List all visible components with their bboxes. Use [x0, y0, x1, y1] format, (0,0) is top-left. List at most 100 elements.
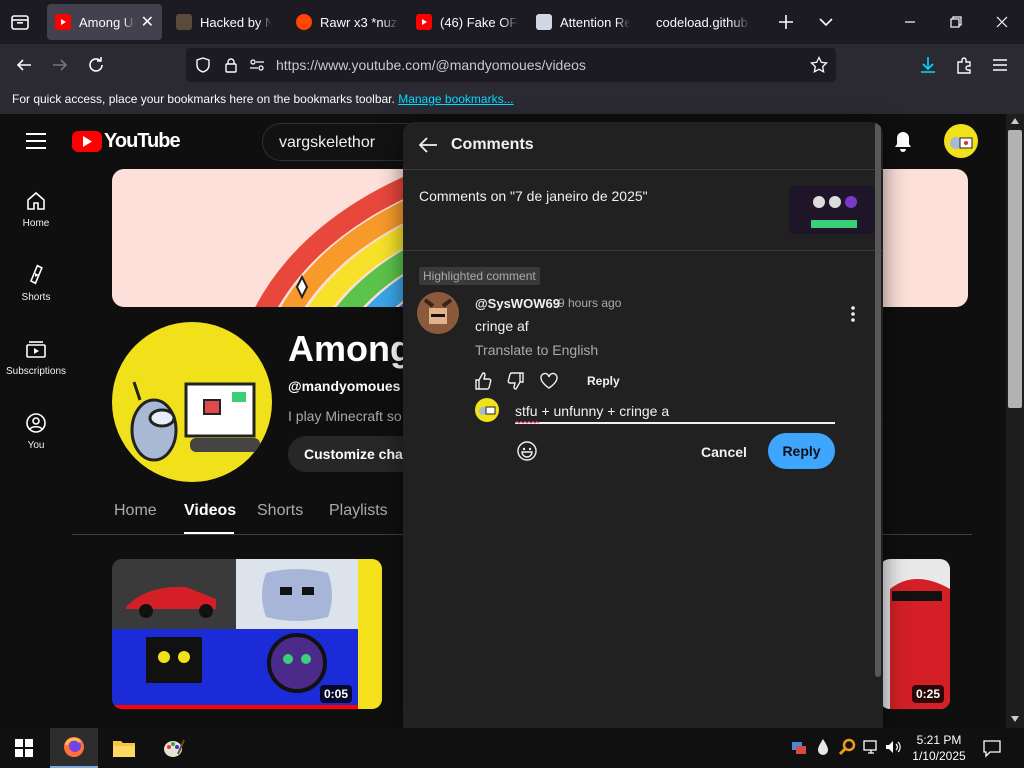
- tray-search-magnifier-icon[interactable]: [838, 738, 856, 756]
- notification-center-icon[interactable]: [982, 738, 1002, 758]
- restore-icon[interactable]: [946, 12, 966, 32]
- tab-label: Attention Req: [560, 14, 630, 30]
- bookmark-star-icon[interactable]: [810, 56, 828, 74]
- reply-avatar: [475, 398, 499, 422]
- panel-scrollbar[interactable]: [875, 122, 881, 677]
- shield-icon[interactable]: [194, 56, 212, 74]
- commenter-name[interactable]: @SysWOW69: [475, 296, 560, 311]
- chevron-down-icon[interactable]: [816, 12, 836, 32]
- tab-overview-icon[interactable]: [10, 12, 30, 32]
- sidebar-item-you[interactable]: You: [0, 412, 72, 451]
- tab-among-us[interactable]: Among Us ✕: [47, 4, 162, 40]
- bookmarks-hint: For quick access, place your bookmarks h…: [12, 92, 395, 106]
- windows-start-icon[interactable]: [0, 728, 48, 768]
- taskbar-clock[interactable]: 5:21 PM 1/10/2025: [906, 732, 972, 764]
- tab-attention[interactable]: Attention Req: [528, 4, 638, 40]
- browser-tab-bar: Among Us ✕ Hacked by No Rawr x3 *nuzz (4…: [0, 0, 1024, 44]
- reply-link[interactable]: Reply: [587, 374, 620, 388]
- tab-playlists[interactable]: Playlists: [329, 502, 388, 520]
- search-input[interactable]: vargskelethor: [279, 134, 375, 152]
- sidebar-item-subscriptions[interactable]: Subscriptions: [0, 338, 72, 377]
- close-window-icon[interactable]: [992, 12, 1012, 32]
- thumb-character-1: [112, 629, 236, 709]
- download-icon[interactable]: [918, 55, 938, 75]
- manage-bookmarks-link[interactable]: Manage bookmarks...: [398, 92, 513, 106]
- browser-nav-bar: https://www.youtube.com/@mandyomoues/vid…: [0, 44, 1024, 86]
- new-tab-icon[interactable]: [776, 12, 796, 32]
- video-thumbnail[interactable]: 0:05: [112, 559, 382, 709]
- sidebar-item-home[interactable]: Home: [0, 190, 72, 229]
- home-icon: [27, 191, 45, 210]
- permissions-icon[interactable]: [248, 56, 266, 74]
- page-icon: [536, 14, 552, 30]
- search-box[interactable]: vargskelethor: [262, 123, 422, 161]
- sidebar-item-label: Shorts: [21, 292, 51, 303]
- translate-link[interactable]: Translate to English: [475, 342, 598, 358]
- url-bar[interactable]: https://www.youtube.com/@mandyomoues/vid…: [186, 48, 836, 82]
- tab-videos[interactable]: Videos: [184, 502, 236, 520]
- image-icon: [176, 14, 192, 30]
- tab-codeload[interactable]: codeload.github.c: [648, 4, 758, 40]
- reply-input[interactable]: [515, 400, 835, 424]
- channel-avatar[interactable]: [112, 322, 272, 482]
- firefox-taskbar-icon[interactable]: [50, 728, 98, 768]
- like-icon[interactable]: [473, 371, 493, 391]
- comments-context: Comments on "7 de janeiro de 2025": [419, 188, 648, 204]
- scroll-down-arrow-icon[interactable]: [1011, 716, 1019, 722]
- dislike-icon[interactable]: [506, 371, 526, 391]
- clock-time: 5:21 PM: [916, 733, 962, 747]
- menu-icon[interactable]: [990, 55, 1010, 75]
- tray-water-drop-icon[interactable]: [816, 738, 830, 756]
- shorts-icon: [29, 264, 43, 285]
- tab-hacked[interactable]: Hacked by No: [168, 4, 280, 40]
- notifications-bell-icon[interactable]: [893, 131, 913, 153]
- youtube-logo[interactable]: YouTube: [72, 130, 181, 153]
- file-explorer-icon[interactable]: [100, 728, 148, 768]
- tab-fake-of[interactable]: (46) Fake OF li: [408, 4, 526, 40]
- channel-description[interactable]: I play Minecraft so: [288, 408, 402, 424]
- youtube-logo-icon: [72, 131, 102, 152]
- comments-header: Comments: [403, 122, 883, 170]
- tab-shorts[interactable]: Shorts: [257, 502, 303, 520]
- emoji-icon[interactable]: [516, 440, 538, 462]
- back-arrow-icon[interactable]: [417, 134, 439, 156]
- tab-label: codeload.github.c: [656, 14, 750, 30]
- close-tab-icon[interactable]: ✕: [141, 12, 154, 32]
- thumb-pillow: [236, 559, 358, 629]
- lock-icon[interactable]: [222, 56, 240, 74]
- tab-label: Among Us: [79, 14, 135, 30]
- cancel-button[interactable]: Cancel: [685, 434, 763, 470]
- tray-network-icon[interactable]: [862, 738, 880, 756]
- youtube-icon: [55, 14, 71, 30]
- tray-volume-icon[interactable]: [884, 738, 902, 756]
- hamburger-icon[interactable]: [26, 132, 46, 150]
- video-thumbnail[interactable]: 0:25: [880, 559, 950, 709]
- tab-reddit[interactable]: Rawr x3 *nuzz: [288, 4, 406, 40]
- heart-icon[interactable]: [539, 371, 559, 391]
- tab-home[interactable]: Home: [114, 502, 157, 520]
- more-options-icon[interactable]: [845, 304, 861, 324]
- back-icon[interactable]: [14, 55, 34, 75]
- reply-submit-button[interactable]: Reply: [768, 433, 835, 469]
- thumb-strip: [358, 559, 382, 709]
- paint-app-icon[interactable]: [150, 728, 198, 768]
- account-avatar[interactable]: [944, 124, 978, 158]
- panel-divider: [403, 250, 883, 251]
- tab-label: Hacked by No: [200, 14, 272, 30]
- forward-icon[interactable]: [50, 55, 70, 75]
- reload-icon[interactable]: [86, 55, 106, 75]
- scroll-up-arrow-icon[interactable]: [1011, 118, 1019, 124]
- comment-timestamp[interactable]: 9 hours ago: [558, 296, 621, 310]
- extensions-icon[interactable]: [954, 55, 974, 75]
- video-mini-thumbnail[interactable]: [789, 186, 875, 234]
- tray-network-share-icon[interactable]: [790, 738, 808, 756]
- commenter-avatar[interactable]: [417, 292, 459, 334]
- channel-handle: @mandyomoues ·: [288, 378, 409, 394]
- you-icon: [26, 413, 46, 433]
- page-scrollbar-thumb[interactable]: [1008, 130, 1022, 408]
- minimize-icon[interactable]: [900, 12, 920, 32]
- comments-title: Comments: [451, 136, 534, 153]
- amogus-avatar-art: [130, 381, 260, 462]
- sidebar-item-shorts[interactable]: Shorts: [0, 264, 72, 303]
- url-text: https://www.youtube.com/@mandyomoues/vid…: [276, 57, 586, 73]
